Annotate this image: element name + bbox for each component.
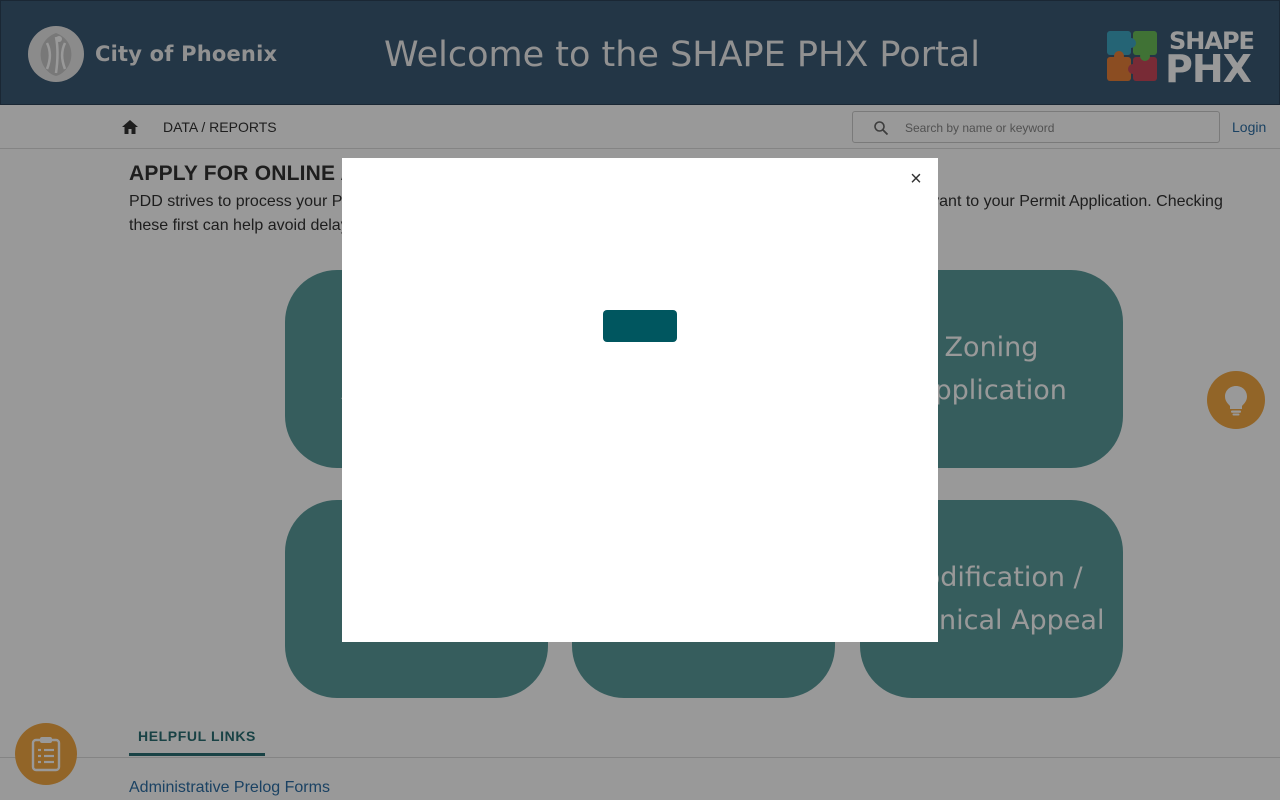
- close-icon[interactable]: ×: [907, 169, 925, 189]
- modal-action-button[interactable]: [603, 310, 677, 342]
- modal-dialog: ×: [342, 158, 938, 642]
